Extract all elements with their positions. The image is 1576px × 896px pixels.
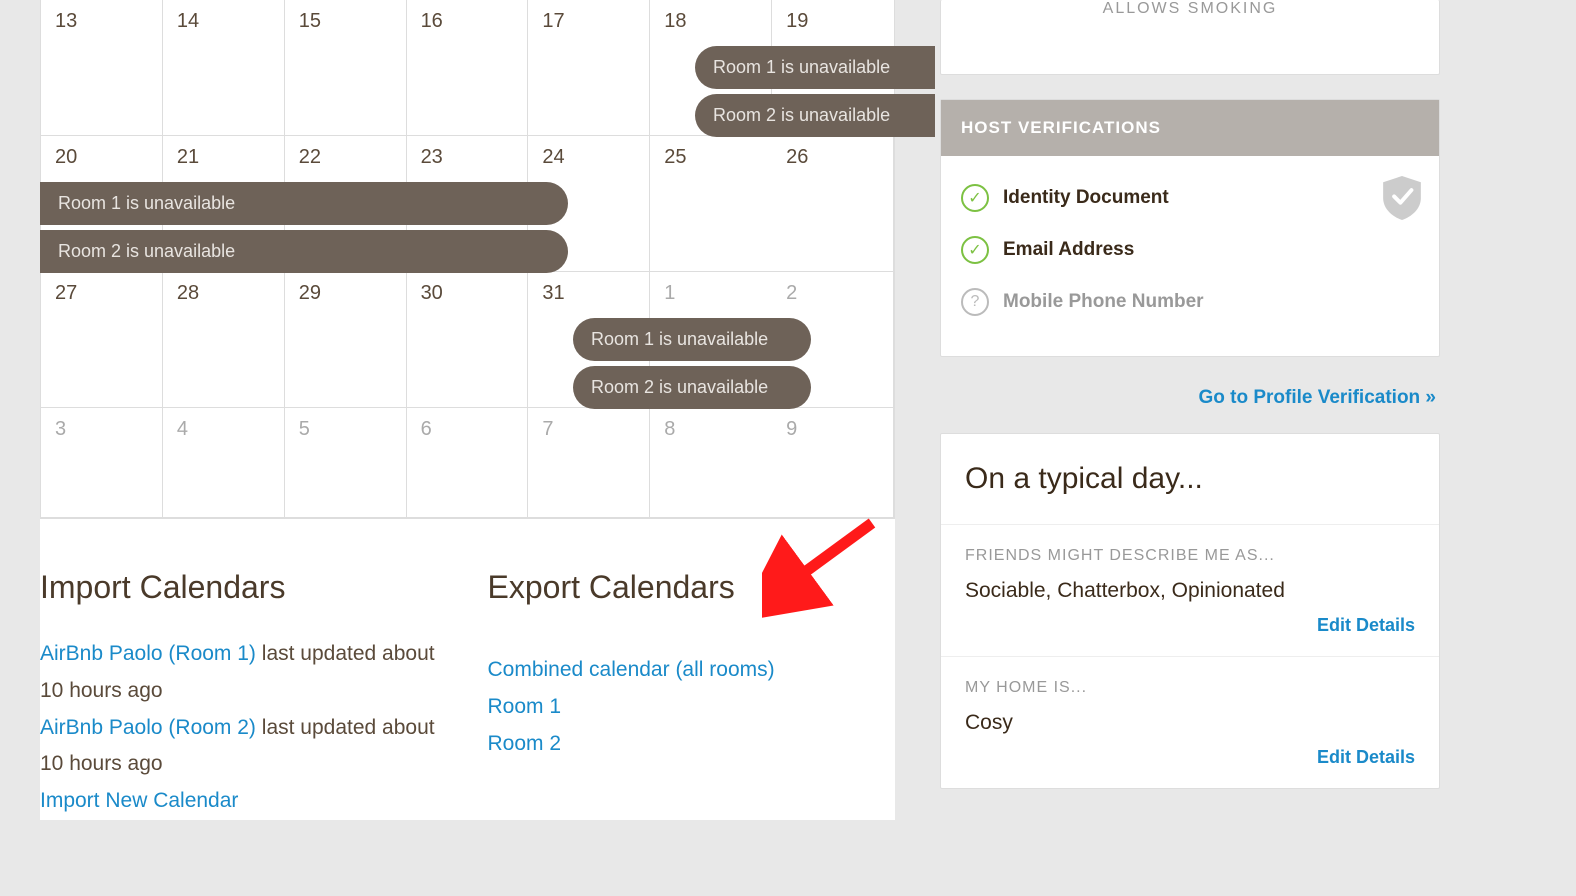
calendar-cell[interactable]: 8 (650, 408, 772, 518)
calendar-event[interactable]: Room 2 is unavailable (695, 94, 935, 137)
date-number: 18 (664, 10, 686, 33)
date-number: 22 (299, 146, 321, 169)
date-number: 31 (542, 282, 564, 305)
edit-details-link[interactable]: Edit Details (965, 615, 1415, 644)
date-number: 7 (542, 418, 553, 441)
profile-verification-link[interactable]: Go to Profile Verification » (940, 381, 1440, 433)
date-number: 6 (421, 418, 432, 441)
calendar-event[interactable]: Room 1 is unavailable (695, 46, 935, 89)
calendar-cell[interactable]: 14 (163, 0, 285, 136)
date-number: 19 (786, 10, 808, 33)
date-number: 5 (299, 418, 310, 441)
date-number: 9 (786, 418, 797, 441)
calendar-event[interactable]: Room 2 is unavailable (573, 366, 811, 409)
profile-section: FRIENDS MIGHT DESCRIBE ME AS... Sociable… (941, 525, 1439, 657)
verification-label: Mobile Phone Number (1003, 291, 1204, 313)
calendar-cell[interactable]: 30 (407, 272, 529, 408)
import-new-link[interactable]: Import New Calendar (40, 789, 238, 812)
verification-row: ✓ Email Address (961, 230, 1419, 282)
date-number: 17 (542, 10, 564, 33)
export-heading: Export Calendars (488, 569, 896, 606)
calendar-cell[interactable]: 15 (285, 0, 407, 136)
calendar-cell[interactable]: 28 (163, 272, 285, 408)
smoking-card: ALLOWS SMOKING (940, 0, 1440, 75)
verifications-header: HOST VERIFICATIONS (941, 100, 1439, 156)
section-value: Sociable, Chatterbox, Opinionated (965, 579, 1415, 603)
date-number: 30 (421, 282, 443, 305)
calendar-event[interactable]: Room 2 is unavailable (40, 230, 568, 273)
calendar-cell[interactable]: 6 (407, 408, 529, 518)
section-label: FRIENDS MIGHT DESCRIBE ME AS... (965, 547, 1415, 565)
import-calendars-section: Import Calendars AirBnb Paolo (Room 1) l… (40, 569, 448, 820)
verification-label: Identity Document (1003, 187, 1169, 209)
edit-details-link[interactable]: Edit Details (965, 747, 1415, 776)
export-calendars-section: Export Calendars Combined calendar (all … (488, 569, 896, 820)
question-icon: ? (961, 288, 989, 316)
calendar-event[interactable]: Room 1 is unavailable (40, 182, 568, 225)
profile-section: MY HOME IS... Cosy Edit Details (941, 657, 1439, 788)
date-number: 20 (55, 146, 77, 169)
import-heading: Import Calendars (40, 569, 448, 606)
verification-row: ✓ Identity Document (961, 178, 1419, 230)
date-number: 29 (299, 282, 321, 305)
calendar-cell[interactable]: 25 (650, 136, 772, 272)
date-number: 21 (177, 146, 199, 169)
verification-label: Email Address (1003, 239, 1134, 261)
section-label: MY HOME IS... (965, 679, 1415, 697)
calendar-event[interactable]: Room 1 is unavailable (573, 318, 811, 361)
date-number: 4 (177, 418, 188, 441)
export-link[interactable]: Room 1 (488, 695, 562, 718)
export-link[interactable]: Combined calendar (all rooms) (488, 658, 775, 681)
calendar-cell[interactable]: 27 (41, 272, 163, 408)
check-icon: ✓ (961, 184, 989, 212)
calendar-cell[interactable]: 17 (528, 0, 650, 136)
import-link[interactable]: AirBnb Paolo (Room 1) (40, 642, 256, 665)
date-number: 24 (542, 146, 564, 169)
date-number: 15 (299, 10, 321, 33)
date-number: 13 (55, 10, 77, 33)
calendar-cell[interactable]: 16 (407, 0, 529, 136)
typical-heading: On a typical day... (941, 434, 1439, 525)
calendar-cell[interactable]: 7 (528, 408, 650, 518)
calendar-cell[interactable]: 3 (41, 408, 163, 518)
calendar-cell[interactable]: 4 (163, 408, 285, 518)
date-number: 23 (421, 146, 443, 169)
verification-row: ? Mobile Phone Number (961, 282, 1419, 334)
calendar-cell[interactable]: 9 (772, 408, 894, 518)
calendar-cell[interactable]: 29 (285, 272, 407, 408)
date-number: 26 (786, 146, 808, 169)
date-number: 27 (55, 282, 77, 305)
shield-icon (1383, 176, 1421, 220)
typical-day-card: On a typical day... FRIENDS MIGHT DESCRI… (940, 433, 1440, 789)
calendar-cell[interactable]: 26 (772, 136, 894, 272)
date-number: 2 (786, 282, 797, 305)
calendar-cell[interactable]: 5 (285, 408, 407, 518)
date-number: 14 (177, 10, 199, 33)
allows-smoking-label: ALLOWS SMOKING (941, 0, 1439, 74)
section-value: Cosy (965, 711, 1415, 735)
import-link[interactable]: AirBnb Paolo (Room 2) (40, 716, 256, 739)
date-number: 8 (664, 418, 675, 441)
date-number: 16 (421, 10, 443, 33)
date-number: 28 (177, 282, 199, 305)
check-icon: ✓ (961, 236, 989, 264)
date-number: 1 (664, 282, 675, 305)
host-verifications-card: HOST VERIFICATIONS ✓ Identity Document ✓… (940, 99, 1440, 357)
calendar-cell[interactable]: 13 (41, 0, 163, 136)
date-number: 25 (664, 146, 686, 169)
export-link[interactable]: Room 2 (488, 732, 562, 755)
date-number: 3 (55, 418, 66, 441)
